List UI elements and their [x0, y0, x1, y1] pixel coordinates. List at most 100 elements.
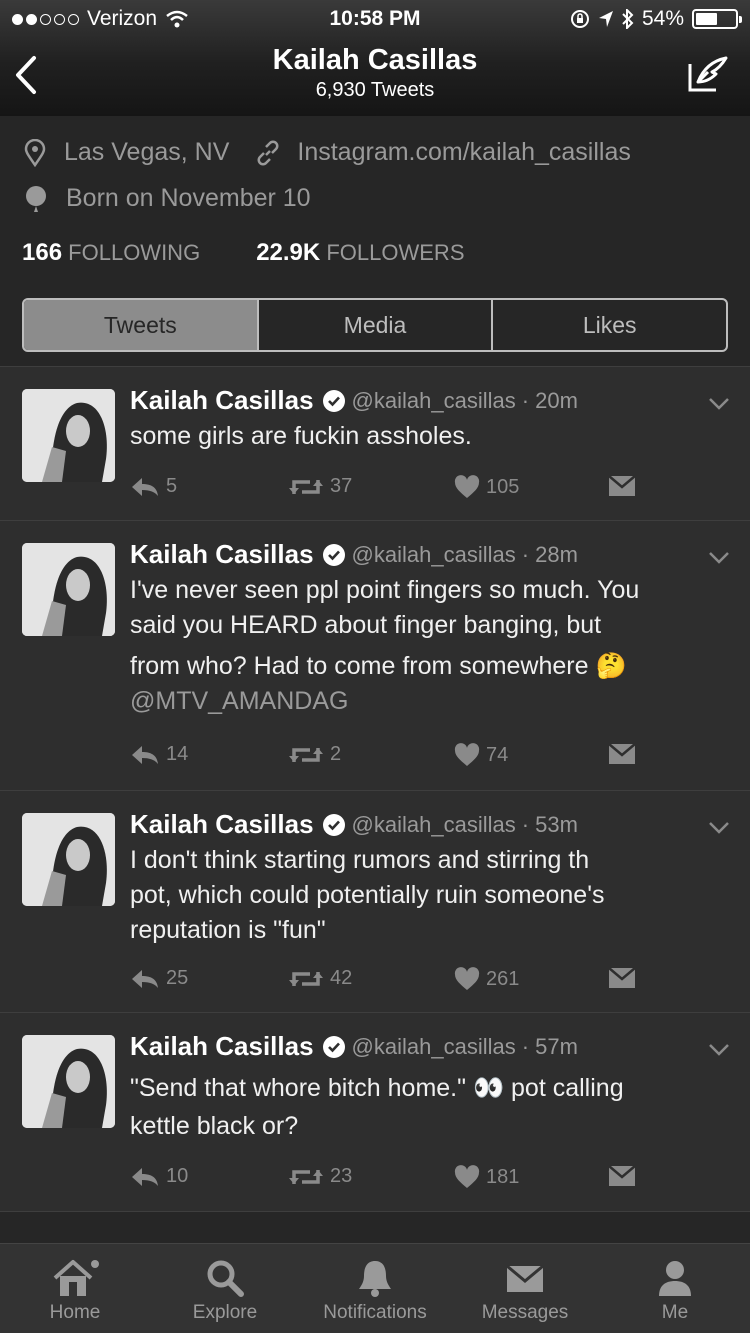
following-count: 166	[22, 239, 63, 266]
mail-icon	[506, 1264, 544, 1292]
chevron-down-icon[interactable]	[708, 821, 730, 835]
tweet-item[interactable]: Kailah Casillas @kailah_casillas · 20m s…	[0, 366, 750, 520]
tweet-author-name[interactable]: Kailah Casillas	[130, 385, 314, 416]
battery-percent: 54%	[641, 7, 684, 30]
retweet-button[interactable]: 2	[288, 743, 341, 766]
reply-button[interactable]: 10	[130, 1165, 188, 1188]
nav-title-group: Kailah Casillas 6,930 Tweets	[0, 44, 750, 102]
tweet-time: · 28m	[521, 541, 578, 567]
tab-me-label: Me	[661, 1302, 689, 1323]
like-count: 105	[486, 475, 520, 498]
dm-icon	[608, 1165, 636, 1186]
tweet-item[interactable]: Kailah Casillas @kailah_casillas · 57m "…	[0, 1012, 750, 1212]
retweet-icon	[289, 1169, 323, 1184]
tweet-line: I don't think starting rumors and stirri…	[130, 846, 590, 874]
reply-icon	[132, 1167, 158, 1186]
like-button[interactable]: 261	[454, 967, 519, 991]
search-icon	[207, 1260, 244, 1297]
dm-button[interactable]	[608, 967, 636, 989]
following-label: FOLLOWING	[68, 240, 201, 265]
like-button[interactable]: 181	[454, 1165, 519, 1189]
avatar[interactable]	[22, 813, 115, 906]
dm-button[interactable]	[608, 743, 636, 765]
tweet-text: "Send that whore bitch home." 👀 pot call…	[130, 1069, 720, 1145]
segment-media[interactable]: Media	[256, 300, 492, 350]
tweet-line: I've never seen ppl point fingers so muc…	[130, 576, 640, 604]
compose-icon[interactable]	[686, 54, 730, 96]
reply-icon	[132, 969, 158, 988]
dm-icon	[608, 475, 636, 496]
tweet-line: from who? Had to come from somewhere 🤔	[130, 652, 627, 680]
avatar[interactable]	[22, 389, 115, 482]
reply-button[interactable]: 25	[130, 967, 188, 990]
tweet-item[interactable]: Kailah Casillas @kailah_casillas · 28m I…	[0, 520, 750, 790]
profile-website[interactable]: Instagram.com/kailah_casillas	[297, 138, 630, 167]
reply-count: 14	[166, 743, 189, 765]
chevron-down-icon[interactable]	[708, 1043, 730, 1057]
reply-button[interactable]: 14	[130, 743, 188, 766]
retweet-button[interactable]: 42	[288, 967, 352, 990]
dm-icon	[608, 743, 636, 764]
tweet-handle: @kailah_casillas	[351, 1033, 516, 1059]
tweet-time: · 53m	[521, 811, 578, 837]
heart-icon	[454, 475, 480, 498]
followers-stat[interactable]: 22.9K FOLLOWERS	[256, 239, 464, 267]
segment-likes[interactable]: Likes	[491, 300, 726, 350]
tab-explore[interactable]: Explore	[150, 1258, 300, 1324]
bluetooth-icon	[622, 9, 634, 29]
tweet-item[interactable]: Kailah Casillas @kailah_casillas · 53m I…	[0, 790, 750, 1012]
tweet-handle: @kailah_casillas	[351, 387, 516, 413]
tweet-text: some girls are fuckin assholes.	[130, 419, 720, 454]
tab-messages[interactable]: Messages	[450, 1258, 600, 1324]
profile-segmented-control: Tweets Media Likes	[22, 298, 728, 352]
tweet-author-name[interactable]: Kailah Casillas	[130, 809, 314, 840]
reply-count: 25	[166, 967, 189, 989]
segment-tweets[interactable]: Tweets	[24, 300, 257, 350]
tweet-author-name[interactable]: Kailah Casillas	[130, 1031, 314, 1062]
tweet-actions: 5 37 105	[130, 475, 650, 505]
reply-button[interactable]: 5	[130, 475, 177, 498]
tab-bar: Home Explore Notifications Messages Me	[0, 1243, 750, 1333]
home-icon	[53, 1260, 99, 1296]
reply-icon	[132, 745, 158, 764]
dm-button[interactable]	[608, 1165, 636, 1187]
reply-count: 5	[166, 475, 178, 497]
avatar[interactable]	[22, 1035, 115, 1128]
retweet-count: 42	[330, 967, 353, 989]
tweet-text: I don't think starting rumors and stirri…	[130, 843, 720, 948]
tab-home[interactable]: Home	[0, 1258, 150, 1324]
profile-meta-row: Las Vegas, NV Instagram.com/kailah_casil…	[24, 138, 631, 167]
like-button[interactable]: 74	[454, 743, 508, 767]
tweet-author-name[interactable]: Kailah Casillas	[130, 539, 314, 570]
tweet-line: some girls are fuckin assholes.	[130, 422, 472, 450]
tweet-header: Kailah Casillas @kailah_casillas · 57m	[130, 1031, 578, 1062]
profile-location: Las Vegas, NV	[64, 138, 230, 166]
retweet-button[interactable]: 37	[288, 475, 352, 498]
retweet-icon	[289, 479, 323, 494]
tweet-actions: 10 23 181	[130, 1165, 650, 1195]
followers-count: 22.9K	[256, 239, 321, 266]
tweet-mention[interactable]: @MTV_AMANDAG	[130, 684, 720, 719]
retweet-button[interactable]: 23	[288, 1165, 352, 1188]
tweet-handle: @kailah_casillas	[351, 541, 516, 567]
profile-birthday-row: Born on November 10	[24, 184, 311, 213]
tab-notifications[interactable]: Notifications	[300, 1258, 450, 1324]
status-right: 54%	[570, 7, 742, 31]
like-button[interactable]: 105	[454, 475, 519, 499]
tweet-header: Kailah Casillas @kailah_casillas · 20m	[130, 385, 578, 416]
retweet-count: 2	[330, 743, 342, 765]
profile-info: Las Vegas, NV Instagram.com/kailah_casil…	[0, 116, 750, 366]
tweet-line: kettle black or?	[130, 1112, 299, 1140]
tab-me[interactable]: Me	[600, 1258, 750, 1324]
header: Verizon 10:58 PM 54% Kailah Casillas 6,9…	[0, 0, 750, 116]
dm-button[interactable]	[608, 475, 636, 497]
heart-icon	[454, 1165, 480, 1188]
retweet-icon	[289, 747, 323, 762]
avatar[interactable]	[22, 543, 115, 636]
verified-icon	[322, 813, 345, 836]
following-stat[interactable]: 166 FOLLOWING	[22, 239, 200, 267]
status-bar: Verizon 10:58 PM 54%	[0, 0, 750, 38]
chevron-down-icon[interactable]	[708, 551, 730, 565]
tweet-line: pot, which could potentially ruin someon…	[130, 881, 605, 909]
chevron-down-icon[interactable]	[708, 397, 730, 411]
